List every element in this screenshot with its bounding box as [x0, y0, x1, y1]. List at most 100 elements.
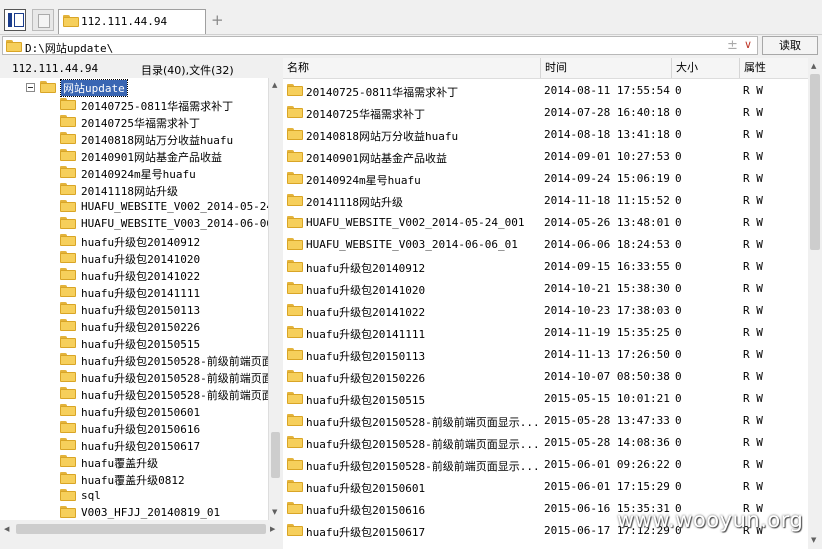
- read-button[interactable]: 读取: [762, 36, 818, 55]
- table-row[interactable]: huafu升级包20150528-前级前端页面显示... 2015-05-28 1…: [283, 409, 808, 431]
- column-header-time[interactable]: 时间: [541, 58, 672, 78]
- tree-item[interactable]: huafu覆盖升级0812: [0, 470, 268, 487]
- table-row[interactable]: huafu升级包20150528-前级前端页面显示... 2015-05-28 1…: [283, 431, 808, 453]
- column-header-size[interactable]: 大小: [672, 58, 740, 78]
- scroll-up-icon[interactable]: ▲: [811, 62, 816, 70]
- cell-name: huafu升级包20150617: [306, 526, 426, 539]
- table-row[interactable]: huafu升级包20141111 2014-11-19 15:35:25 0 R W: [283, 321, 808, 343]
- table-row[interactable]: huafu升级包20150113 2014-11-13 17:26:50 0 R W: [283, 343, 808, 365]
- tree-item[interactable]: huafu覆盖升级: [0, 453, 268, 470]
- column-header-name[interactable]: 名称: [283, 58, 541, 78]
- file-list[interactable]: 20140725-0811华福需求补丁 2014-08-11 17:55:54 0 R…: [283, 79, 808, 549]
- cell-name: huafu升级包20141022: [306, 306, 426, 319]
- cell-name: 20141118网站升级: [306, 196, 403, 209]
- folder-icon: [287, 172, 303, 184]
- cell-time: 2015-06-01 17:15:29: [544, 480, 670, 493]
- tree-item[interactable]: huafu升级包20150617: [0, 436, 268, 453]
- column-header-attr[interactable]: 属性: [740, 58, 808, 78]
- tree-item[interactable]: sql: [0, 487, 268, 504]
- tree-item[interactable]: 20141118网站升级: [0, 181, 268, 198]
- cell-name: 20140725-0811华福需求补丁: [306, 86, 459, 99]
- folder-icon: [287, 282, 303, 294]
- folder-icon: [60, 217, 76, 229]
- table-row[interactable]: huafu升级包20150601 2015-06-01 17:15:29 0 R W: [283, 475, 808, 497]
- folder-icon: [60, 234, 76, 246]
- tree-item[interactable]: 20140725华福需求补丁: [0, 113, 268, 130]
- folder-icon: [60, 370, 76, 382]
- tree-root-node[interactable]: 网站update: [0, 79, 268, 97]
- path-input[interactable]: D:\网站update\ ± ∨: [2, 36, 758, 55]
- cell-attr: R W: [743, 436, 763, 449]
- tree-item[interactable]: huafu升级包20141020: [0, 249, 268, 266]
- tree-vertical-scrollbar[interactable]: ▲ ▼: [268, 78, 282, 520]
- scroll-left-icon[interactable]: ◀: [4, 525, 9, 533]
- cell-time: 2015-05-15 10:01:21: [544, 392, 670, 405]
- cell-attr: R W: [743, 480, 763, 493]
- tree-item[interactable]: huafu升级包20150528-前级前端页面显示: [0, 385, 268, 402]
- table-row[interactable]: HUAFU_WEBSITE_V002_2014-05-24_001 2014-05…: [283, 211, 808, 233]
- tree-item-label: huafu升级包20150226: [81, 321, 201, 334]
- folder-icon: [287, 106, 303, 118]
- table-row[interactable]: 20140924m星号huafu 2014-09-24 15:06:19 0 R W: [283, 167, 808, 189]
- table-row[interactable]: huafu升级包20141020 2014-10-21 15:38:30 0 R W: [283, 277, 808, 299]
- table-row[interactable]: 20140725-0811华福需求补丁 2014-08-11 17:55:54 0 R…: [283, 79, 808, 101]
- tree-item[interactable]: huafu升级包20140912: [0, 232, 268, 249]
- chevron-down-icon[interactable]: ∨: [744, 38, 752, 51]
- cell-size: 0: [675, 150, 682, 163]
- tab-host[interactable]: 112.111.44.94: [58, 9, 206, 34]
- plus-minus-icon[interactable]: ±: [727, 38, 738, 53]
- table-row[interactable]: HUAFU_WEBSITE_V003_2014-06-06_01 2014-06-…: [283, 233, 808, 255]
- table-row[interactable]: 20140818网站万分收益huafu 2014-08-18 13:41:18 0 R…: [283, 123, 808, 145]
- list-vertical-scrollbar[interactable]: ▲ ▼: [808, 58, 822, 549]
- tree-item[interactable]: huafu升级包20141022: [0, 266, 268, 283]
- tree-item[interactable]: 20140725-0811华福需求补丁: [0, 96, 268, 113]
- panel-toggle-button[interactable]: [4, 9, 26, 31]
- scroll-down-icon[interactable]: ▼: [272, 508, 277, 516]
- new-session-button[interactable]: [32, 9, 54, 31]
- scroll-right-icon[interactable]: ▶: [270, 525, 275, 533]
- scroll-thumb[interactable]: [271, 432, 280, 478]
- cell-time: 2014-06-06 18:24:53: [544, 238, 670, 251]
- tree-item[interactable]: huafu升级包20150616: [0, 419, 268, 436]
- tree-item[interactable]: 20140901网站基金产品收益: [0, 147, 268, 164]
- table-row[interactable]: huafu升级包20150226 2014-10-07 08:50:38 0 R W: [283, 365, 808, 387]
- cell-size: 0: [675, 282, 682, 295]
- table-row[interactable]: 20140901网站基金产品收益 2014-09-01 10:27:53 0 R W: [283, 145, 808, 167]
- folder-icon: [60, 302, 76, 314]
- tree-item[interactable]: 20140924m星号huafu: [0, 164, 268, 181]
- table-row[interactable]: 20141118网站升级 2014-11-18 11:15:52 0 R W: [283, 189, 808, 211]
- tree-item[interactable]: huafu升级包20150601: [0, 402, 268, 419]
- tree-horizontal-scrollbar[interactable]: ◀ ▶: [0, 520, 282, 538]
- cell-time: 2015-05-28 14:08:36: [544, 436, 670, 449]
- scroll-thumb[interactable]: [810, 74, 820, 250]
- cell-name: huafu升级包20150113: [306, 350, 426, 363]
- table-row[interactable]: 20140725华福需求补丁 2014-07-28 16:40:18 0 R W: [283, 101, 808, 123]
- tree-item[interactable]: HUAFU_WEBSITE_V003_2014-06-06_01: [0, 215, 268, 232]
- table-row[interactable]: huafu升级包20150515 2015-05-15 10:01:21 0 R W: [283, 387, 808, 409]
- scroll-thumb[interactable]: [16, 524, 266, 534]
- folder-icon: [60, 336, 76, 348]
- tree-item[interactable]: huafu升级包20150528-前级前端页面显示: [0, 368, 268, 385]
- tree-item[interactable]: V003_HFJJ_20140819_01: [0, 504, 268, 520]
- tree-item[interactable]: HUAFU_WEBSITE_V002_2014-05-24_001: [0, 198, 268, 215]
- tree-item[interactable]: 20140818网站万分收益huafu: [0, 130, 268, 147]
- cell-size: 0: [675, 458, 682, 471]
- add-tab-button[interactable]: +: [211, 11, 224, 29]
- collapse-icon[interactable]: [26, 83, 35, 92]
- tree-item[interactable]: huafu升级包20150113: [0, 300, 268, 317]
- table-row[interactable]: huafu升级包20141022 2014-10-23 17:38:03 0 R W: [283, 299, 808, 321]
- cell-size: 0: [675, 436, 682, 449]
- scroll-down-icon[interactable]: ▼: [811, 536, 816, 544]
- tree-item[interactable]: huafu升级包20141111: [0, 283, 268, 300]
- tree-item[interactable]: huafu升级包20150528-前级前端页面显示: [0, 351, 268, 368]
- folder-icon: [60, 353, 76, 365]
- cell-time: 2014-11-19 15:35:25: [544, 326, 670, 339]
- tree-item-label: huafu升级包20150616: [81, 423, 201, 436]
- scroll-up-icon[interactable]: ▲: [272, 81, 277, 89]
- table-row[interactable]: huafu升级包20150528-前级前端页面显示... 2015-06-01 0…: [283, 453, 808, 475]
- tree-item[interactable]: huafu升级包20150515: [0, 334, 268, 351]
- table-row[interactable]: huafu升级包20140912 2014-09-15 16:33:55 0 R W: [283, 255, 808, 277]
- tree-item[interactable]: huafu升级包20150226: [0, 317, 268, 334]
- folder-tree[interactable]: 网站update 20140725-0811华福需求补丁 20140725华福需求…: [0, 78, 268, 520]
- cell-time: 2014-07-28 16:40:18: [544, 106, 670, 119]
